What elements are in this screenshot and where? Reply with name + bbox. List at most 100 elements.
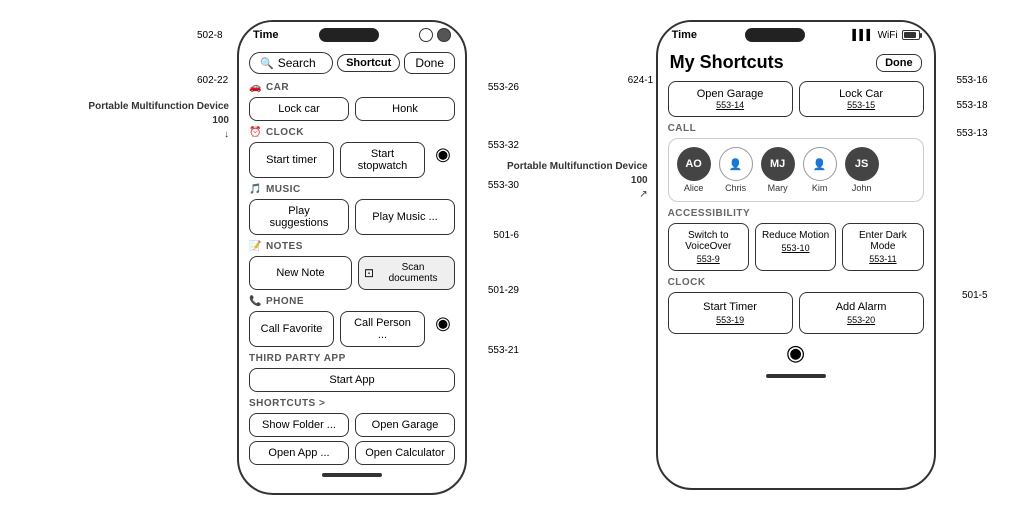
search-input[interactable]: 🔍 Search bbox=[249, 52, 333, 74]
phone-buttons: Call Favorite Call Person ... ◉ bbox=[249, 311, 455, 347]
add-alarm-button[interactable]: Add Alarm 553-20 bbox=[799, 292, 924, 334]
right-phone-content: My Shortcuts Done Open Garage 553-14 Loc… bbox=[658, 48, 934, 488]
avatar-john[interactable]: JS John bbox=[845, 147, 879, 193]
shortcuts-title-row: My Shortcuts Done bbox=[668, 52, 924, 73]
clock-section-label: ⏰ CLOCK bbox=[249, 127, 455, 138]
avatar-js: JS bbox=[845, 147, 879, 181]
dark-mode-ref: 553-11 bbox=[849, 254, 916, 264]
shortcut-pill[interactable]: Shortcut bbox=[337, 54, 400, 72]
start-timer-right-button[interactable]: Start Timer 553-19 bbox=[668, 292, 793, 334]
lock-car-right-button[interactable]: Lock Car 553-15 bbox=[799, 81, 924, 117]
status-bar-right: Time ▌▌▌ WiFi bbox=[658, 22, 934, 48]
avatar-kim-icon: 👤 bbox=[803, 147, 837, 181]
open-garage-ref: 553-14 bbox=[679, 100, 782, 110]
done-button-left[interactable]: Done bbox=[404, 52, 455, 74]
mary-name: Mary bbox=[768, 183, 788, 193]
accessibility-section-label: ACCESSIBILITY bbox=[668, 208, 924, 219]
call-favorite-button[interactable]: Call Favorite bbox=[249, 311, 334, 347]
dark-mode-button[interactable]: Enter Dark Mode 553-11 bbox=[842, 223, 923, 271]
shortcuts-title: My Shortcuts bbox=[670, 52, 784, 73]
avatar-ao: AO bbox=[677, 147, 711, 181]
clock-icon: ⏰ bbox=[249, 127, 262, 138]
home-bar-left bbox=[322, 473, 382, 477]
play-suggestions-button[interactable]: Play suggestions bbox=[249, 199, 349, 235]
open-garage-button[interactable]: Open Garage bbox=[355, 413, 455, 437]
open-calculator-button[interactable]: Open Calculator bbox=[355, 441, 455, 465]
call-person-button[interactable]: Call Person ... bbox=[340, 311, 425, 347]
fingerprint-icon-1: ◉ bbox=[431, 142, 455, 166]
open-app-button[interactable]: Open App ... bbox=[249, 441, 349, 465]
notes-buttons: New Note ⊡ Scan documents bbox=[249, 256, 455, 290]
search-bar: 🔍 Search Shortcut Done bbox=[249, 52, 455, 74]
clock-buttons-right: Start Timer 553-19 Add Alarm 553-20 bbox=[668, 292, 924, 334]
play-music-button[interactable]: Play Music ... bbox=[355, 199, 455, 235]
open-garage-right-button[interactable]: Open Garage 553-14 bbox=[668, 81, 793, 117]
left-device-annotation: Portable Multifunction Device 100 ↓ bbox=[88, 100, 229, 142]
top-shortcuts-row: Open Garage 553-14 Lock Car 553-15 bbox=[668, 81, 924, 117]
avatar-kim[interactable]: 👤 Kim bbox=[803, 147, 837, 193]
ref-624-1: 624-1 bbox=[628, 75, 654, 86]
oval2 bbox=[437, 28, 451, 42]
add-alarm-ref: 553-20 bbox=[810, 315, 913, 325]
notes-section-label: 📝 NOTES bbox=[249, 241, 455, 252]
time-label: Time bbox=[253, 29, 278, 41]
notes-icon: 📝 bbox=[249, 241, 262, 252]
home-bar-right bbox=[766, 374, 826, 378]
search-icon: 🔍 bbox=[260, 57, 274, 70]
wifi-icon: WiFi bbox=[878, 30, 898, 41]
ref-553-13: 553-13 bbox=[956, 128, 987, 139]
notch bbox=[319, 28, 379, 42]
third-party-section-label: THIRD PARTY APP bbox=[249, 353, 455, 364]
clock-buttons: Start timer Start stopwatch ◉ bbox=[249, 142, 455, 178]
reduce-motion-ref: 553-10 bbox=[762, 243, 829, 253]
avatar-alice[interactable]: AO Alice bbox=[677, 147, 711, 193]
music-icon: 🎵 bbox=[249, 184, 262, 195]
scan-icon: ⊡ bbox=[364, 266, 374, 280]
lock-car-button[interactable]: Lock car bbox=[249, 97, 349, 121]
shortcuts-row-2: Open App ... Open Calculator bbox=[249, 441, 455, 465]
fingerprint-icon-right: ◉ bbox=[786, 340, 805, 366]
music-buttons: Play suggestions Play Music ... bbox=[249, 199, 455, 235]
start-stopwatch-button[interactable]: Start stopwatch bbox=[340, 142, 425, 178]
avatar-chris[interactable]: 👤 Chris bbox=[719, 147, 753, 193]
car-icon: 🚗 bbox=[249, 82, 262, 93]
ref-502-8: 502-8 bbox=[197, 30, 223, 41]
accessibility-buttons: Switch to VoiceOver 553-9 Reduce Motion … bbox=[668, 223, 924, 271]
lock-car-ref: 553-15 bbox=[810, 100, 913, 110]
ref-501-5: 501-5 bbox=[962, 290, 988, 301]
third-party-buttons: Start App bbox=[249, 368, 455, 392]
start-timer-ref: 553-19 bbox=[679, 315, 782, 325]
scan-documents-button[interactable]: ⊡ Scan documents bbox=[358, 256, 455, 290]
new-note-button[interactable]: New Note bbox=[249, 256, 352, 290]
phone-section-label: 📞 PHONE bbox=[249, 296, 455, 307]
show-folder-button[interactable]: Show Folder ... bbox=[249, 413, 349, 437]
call-section-label: CALL bbox=[668, 123, 924, 134]
status-icons-right: ▌▌▌ WiFi bbox=[852, 30, 919, 41]
honk-button[interactable]: Honk bbox=[355, 97, 455, 121]
start-timer-button[interactable]: Start timer bbox=[249, 142, 334, 178]
battery-icon bbox=[902, 30, 920, 40]
right-phone: Time ▌▌▌ WiFi My Shortcuts bbox=[656, 20, 936, 490]
car-buttons: Lock car Honk bbox=[249, 97, 455, 121]
reduce-motion-button[interactable]: Reduce Motion 553-10 bbox=[755, 223, 836, 271]
kim-name: Kim bbox=[812, 183, 828, 193]
clock-section-right-label: CLOCK bbox=[668, 277, 924, 288]
search-placeholder: Search bbox=[278, 56, 316, 70]
car-section-label: 🚗 CAR bbox=[249, 82, 455, 93]
call-avatars: AO Alice 👤 Chris MJ Mary bbox=[677, 147, 915, 193]
voiceover-button[interactable]: Switch to VoiceOver 553-9 bbox=[668, 223, 749, 271]
right-device-annotation: Portable Multifunction Device 100 ↗ bbox=[507, 160, 648, 202]
status-bar-left: Time bbox=[239, 22, 465, 48]
left-phone-content: 🔍 Search Shortcut Done 🚗 CAR Lock car Ho… bbox=[239, 48, 465, 493]
time-label-right: Time bbox=[672, 29, 697, 41]
done-button-right[interactable]: Done bbox=[876, 54, 922, 72]
fingerprint-right-container: ◉ bbox=[668, 340, 924, 366]
notch-right bbox=[745, 28, 805, 42]
call-section: AO Alice 👤 Chris MJ Mary bbox=[668, 138, 924, 202]
fingerprint-icon-2: ◉ bbox=[431, 311, 455, 335]
shortcuts-section-label: SHORTCUTS > bbox=[249, 398, 455, 409]
phone-icon: 📞 bbox=[249, 296, 262, 307]
avatar-mary[interactable]: MJ Mary bbox=[761, 147, 795, 193]
music-section-label: 🎵 MUSIC bbox=[249, 184, 455, 195]
start-app-button[interactable]: Start App bbox=[249, 368, 455, 392]
